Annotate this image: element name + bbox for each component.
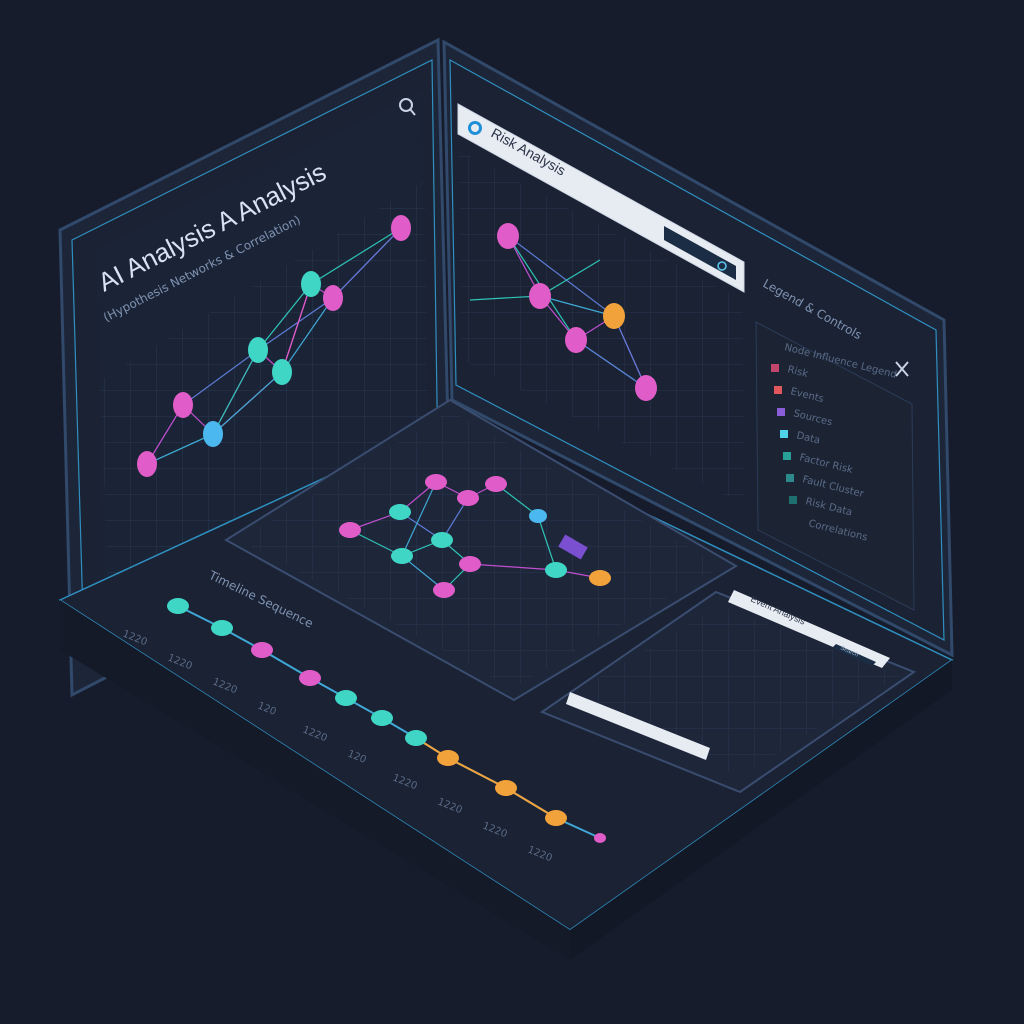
dashboard-scene: AI Analysis A Analysis (Hypothesis Netwo… xyxy=(58,37,954,960)
network-node xyxy=(529,509,547,523)
timeline-event xyxy=(495,780,517,796)
globe-logo-icon xyxy=(468,121,482,135)
network-node xyxy=(635,375,657,401)
network-node xyxy=(391,215,411,241)
legend-swatch xyxy=(780,430,788,438)
network-node xyxy=(431,532,453,548)
network-node xyxy=(457,490,479,506)
network-node xyxy=(137,451,157,477)
network-node xyxy=(339,522,361,538)
timeline-event xyxy=(251,642,273,658)
network-node xyxy=(529,283,551,309)
network-node xyxy=(248,337,268,363)
timeline-event xyxy=(211,620,233,636)
timeline-event xyxy=(299,670,321,686)
timeline-event xyxy=(335,690,357,706)
timeline-event xyxy=(167,598,189,614)
network-node xyxy=(391,548,413,564)
network-node xyxy=(203,421,223,447)
network-node xyxy=(545,562,567,578)
network-node xyxy=(173,392,193,418)
network-node xyxy=(485,476,507,492)
network-node xyxy=(603,303,625,329)
legend-swatch xyxy=(783,452,791,460)
network-node xyxy=(565,327,587,353)
timeline-event xyxy=(371,710,393,726)
network-node xyxy=(433,582,455,598)
network-node xyxy=(389,504,411,520)
timeline-event xyxy=(405,730,427,746)
legend-swatch xyxy=(774,386,782,394)
legend-swatch xyxy=(789,496,797,504)
legend-swatch xyxy=(771,364,779,372)
legend-swatch xyxy=(777,408,785,416)
network-node xyxy=(459,556,481,572)
timeline-event xyxy=(594,833,606,843)
timeline-event xyxy=(437,750,459,766)
network-node xyxy=(272,359,292,385)
network-node xyxy=(589,570,611,586)
network-node xyxy=(425,474,447,490)
network-node xyxy=(301,271,321,297)
network-node xyxy=(323,285,343,311)
legend-swatch xyxy=(786,474,794,482)
timeline-event xyxy=(545,810,567,826)
network-node xyxy=(497,223,519,249)
